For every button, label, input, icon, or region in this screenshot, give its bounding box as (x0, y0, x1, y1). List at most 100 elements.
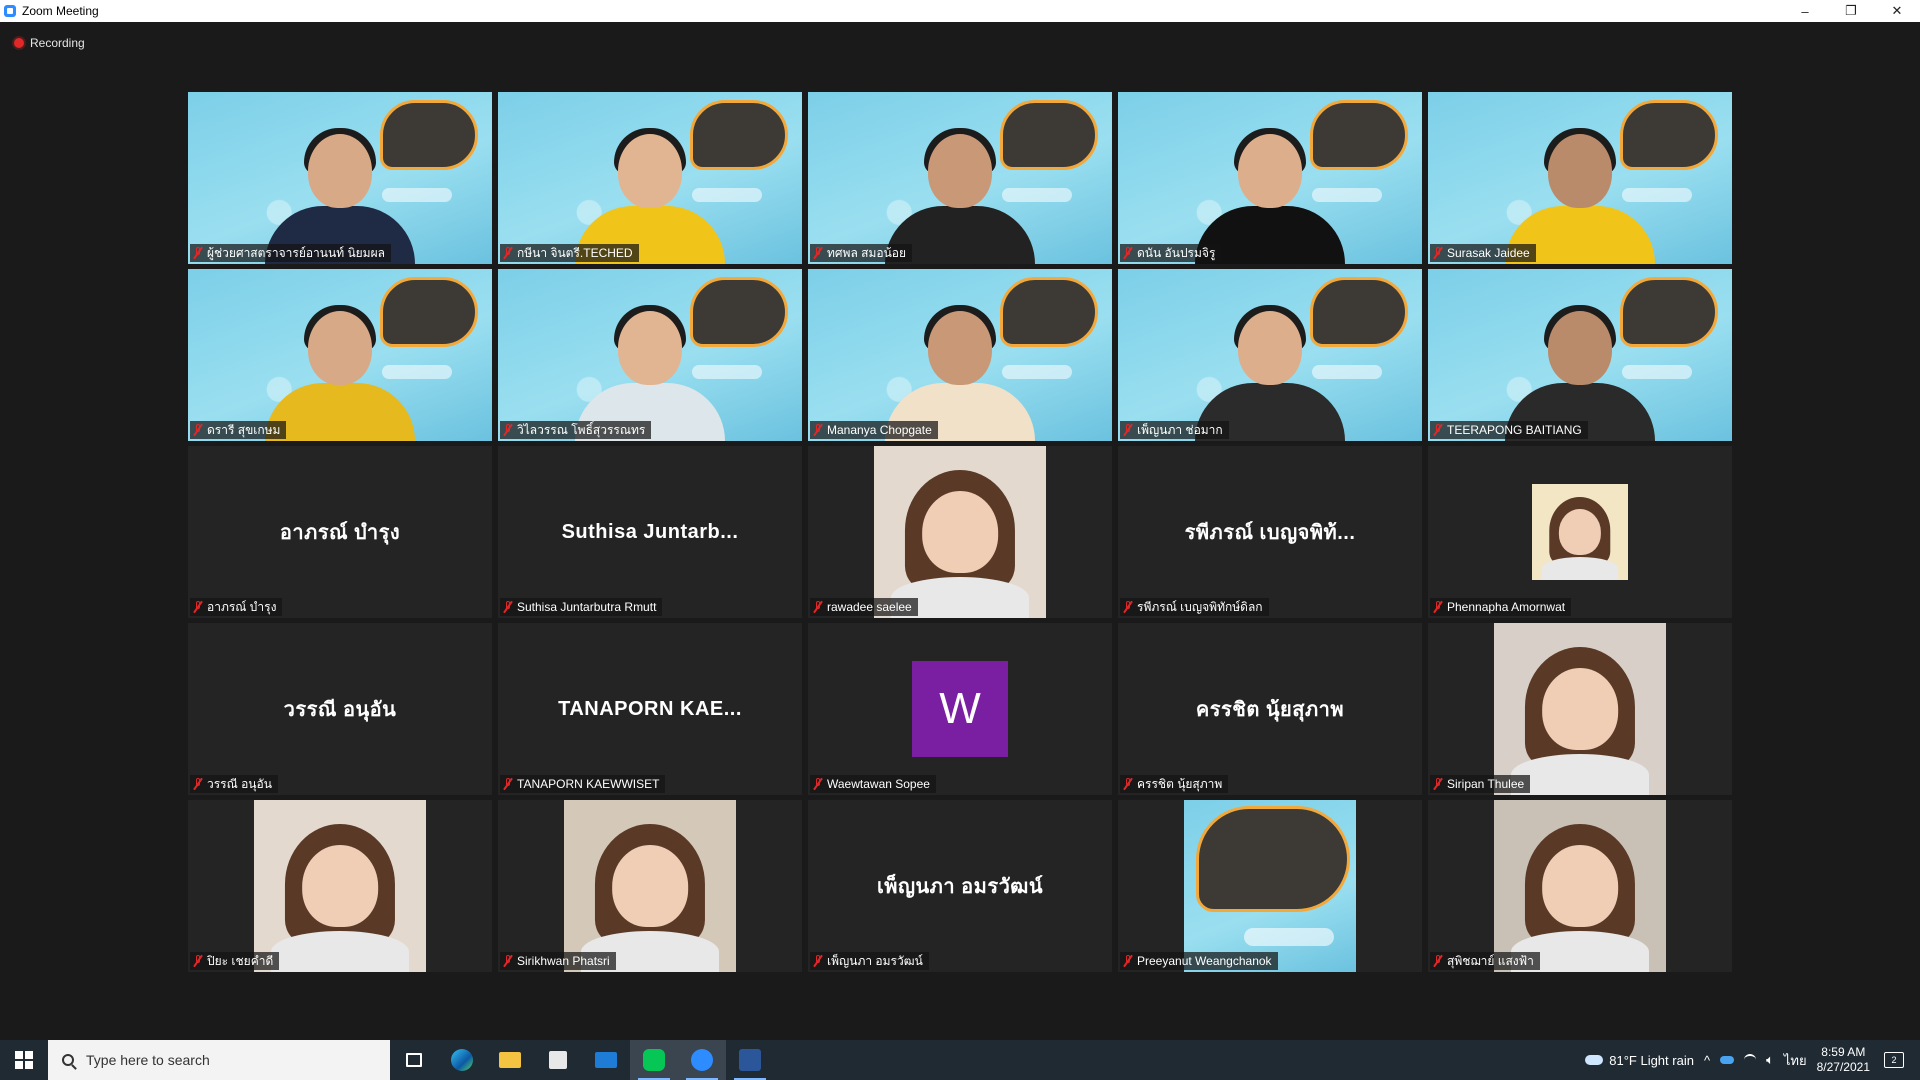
input-language-button[interactable]: ไทย (1784, 1050, 1807, 1071)
mic-muted-icon (503, 601, 513, 613)
participant-name: Siripan Thulee (1447, 777, 1525, 791)
participant-name: ผู้ช่วยศาสตราจารย์อานนท์ นิยมผล (207, 245, 385, 260)
participant-tile[interactable]: วิไลวรรณ โพธิ์สุวรรณทร (498, 269, 802, 441)
participant-tile[interactable]: Sirikhwan Phatsri (498, 800, 802, 972)
mic-muted-icon (503, 778, 513, 790)
participant-name-label: สุพิชฌาย์ แสงฟ้า (1430, 952, 1540, 970)
participant-name-label: วรรณี อนุอัน (190, 775, 278, 793)
participant-tile[interactable]: TANAPORN KAE... TANAPORN KAEWWISET (498, 623, 802, 795)
zoom-app-button[interactable] (678, 1040, 726, 1080)
mic-muted-icon (1123, 601, 1133, 613)
store-button[interactable] (534, 1040, 582, 1080)
participant-tile[interactable]: สุพิชฌาย์ แสงฟ้า (1428, 800, 1732, 972)
window-controls: – ❐ ✕ (1782, 0, 1920, 22)
participant-tile[interactable]: เพ็ญนภา ช่อมาก (1118, 269, 1422, 441)
participant-name: TANAPORN KAEWWISET (517, 777, 660, 791)
participant-name: ครรชิต นุ้ยสุภาพ (1137, 776, 1223, 791)
weather-widget[interactable]: 81°F Light rain (1585, 1053, 1694, 1068)
participant-name-label: ดนัน อันปรมจิรู (1120, 244, 1222, 262)
line-app-button[interactable] (630, 1040, 678, 1080)
participant-tile[interactable]: rawadee saelee (808, 446, 1112, 618)
participant-tile[interactable]: เพ็ญนภา อมรวัฒน์ เพ็ญนภา อมรวัฒน์ (808, 800, 1112, 972)
profile-photo (254, 800, 426, 972)
participant-name-label: วิไลวรรณ โพธิ์สุวรรณทร (500, 421, 652, 439)
show-hidden-icons-button[interactable]: ^ (1704, 1053, 1710, 1068)
participant-name: Waewtawan Sopee (827, 777, 930, 791)
minimize-button[interactable]: – (1782, 0, 1828, 22)
close-button[interactable]: ✕ (1874, 0, 1920, 22)
participant-tile[interactable]: Suthisa Juntarb... Suthisa Juntarbutra Rm… (498, 446, 802, 618)
mic-muted-icon (813, 247, 823, 259)
participant-name-label: ดรารี สุขเกษม (190, 421, 287, 439)
onedrive-icon (1720, 1056, 1735, 1064)
taskbar-clock[interactable]: 8:59 AM 8/27/2021 (1817, 1045, 1870, 1075)
participant-tile[interactable]: Surasak Jaidee (1428, 92, 1732, 264)
participant-name-label: รพีภรณ์ เบญจพิทักษ์ดิลก (1120, 598, 1269, 616)
volume-button[interactable]: 🔈︎ (1766, 1052, 1774, 1068)
participant-name-label: ปิยะ เชยคำดี (190, 952, 280, 970)
participant-display-name: รพีภรณ์ เบญจพิท้... (1184, 522, 1356, 544)
word-app-button[interactable] (726, 1040, 774, 1080)
notification-center-button[interactable]: 2 (1884, 1052, 1904, 1068)
speaker-icon: 🔈︎ (1766, 1052, 1774, 1067)
wifi-icon (1744, 1054, 1757, 1066)
onedrive-button[interactable] (1720, 1056, 1735, 1064)
participant-name: Surasak Jaidee (1447, 246, 1530, 260)
mic-muted-icon (813, 778, 823, 790)
file-explorer-button[interactable] (486, 1040, 534, 1080)
word-icon (739, 1049, 761, 1071)
participant-name: ปิยะ เชยคำดี (207, 953, 274, 968)
participant-tile[interactable]: ทศพล สมอน้อย (808, 92, 1112, 264)
participant-name-label: Phennapha Amornwat (1430, 598, 1572, 616)
participant-tile[interactable]: Mananya Chopgate (808, 269, 1112, 441)
participant-tile[interactable]: Siripan Thulee (1428, 623, 1732, 795)
participant-tile[interactable]: Preeyanut Weangchanok (1118, 800, 1422, 972)
taskbar-search-box[interactable]: Type here to search (48, 1040, 390, 1080)
participant-name: ดนัน อันปรมจิรู (1137, 245, 1216, 260)
participant-tile[interactable]: ดนัน อันปรมจิรู (1118, 92, 1422, 264)
participant-name: รพีภรณ์ เบญจพิทักษ์ดิลก (1137, 599, 1263, 614)
participant-tile[interactable]: วรรณี อนุอัน วรรณี อนุอัน (188, 623, 492, 795)
participant-name: Sirikhwan Phatsri (517, 954, 610, 968)
participant-tile[interactable]: รพีภรณ์ เบญจพิท้... รพีภรณ์ เบญจพิทักษ์ดิ… (1118, 446, 1422, 618)
mic-muted-icon (1123, 955, 1133, 967)
participant-tile[interactable]: Phennapha Amornwat (1428, 446, 1732, 618)
mic-muted-icon (193, 955, 203, 967)
participant-tile[interactable]: ปิยะ เชยคำดี (188, 800, 492, 972)
participant-name-label: กษีนา จินตรี.TECHED (500, 244, 639, 262)
start-button[interactable] (0, 1040, 48, 1080)
participant-tile[interactable]: ผู้ช่วยศาสตราจารย์อานนท์ นิยมผล (188, 92, 492, 264)
mail-button[interactable] (582, 1040, 630, 1080)
clock-time: 8:59 AM (1821, 1045, 1866, 1059)
participant-tile[interactable]: TEERAPONG BAITIANG (1428, 269, 1732, 441)
participant-tile[interactable]: ครรชิต นุ้ยสุภาพ ครรชิต นุ้ยสุภาพ (1118, 623, 1422, 795)
participant-name: วิไลวรรณ โพธิ์สุวรรณทร (517, 422, 646, 437)
participant-name: ดรารี สุขเกษม (207, 422, 281, 437)
participant-tile[interactable]: กษีนา จินตรี.TECHED (498, 92, 802, 264)
participant-name-label: Siripan Thulee (1430, 775, 1531, 793)
letter-avatar: W (912, 661, 1008, 757)
participant-tile[interactable]: ดรารี สุขเกษม (188, 269, 492, 441)
mic-muted-icon (1433, 955, 1443, 967)
restore-button[interactable]: ❐ (1828, 0, 1874, 22)
participant-name: ทศพล สมอน้อย (827, 245, 907, 260)
recording-indicator[interactable]: Recording (14, 36, 85, 50)
participant-name: เพ็ญนภา อมรวัฒน์ (827, 953, 923, 968)
network-button[interactable] (1744, 1054, 1757, 1066)
mic-muted-icon (1433, 601, 1443, 613)
title-bar: Zoom Meeting – ❐ ✕ (0, 0, 1920, 22)
task-view-button[interactable] (390, 1040, 438, 1080)
mic-muted-icon (193, 424, 203, 436)
mic-muted-icon (1433, 424, 1443, 436)
mic-muted-icon (1433, 778, 1443, 790)
recording-label: Recording (30, 36, 85, 50)
clock-date: 8/27/2021 (1816, 1060, 1870, 1074)
edge-browser-button[interactable] (438, 1040, 486, 1080)
participant-name-label: อาภรณ์ บำรุง (190, 598, 283, 616)
participant-tile[interactable]: อาภรณ์ บำรุง อาภรณ์ บำรุง (188, 446, 492, 618)
zoom-icon (691, 1049, 713, 1071)
participant-name-label: rawadee saelee (810, 598, 918, 616)
participant-name-label: Preeyanut Weangchanok (1120, 952, 1278, 970)
search-placeholder: Type here to search (86, 1052, 210, 1068)
participant-tile[interactable]: W Waewtawan Sopee (808, 623, 1112, 795)
